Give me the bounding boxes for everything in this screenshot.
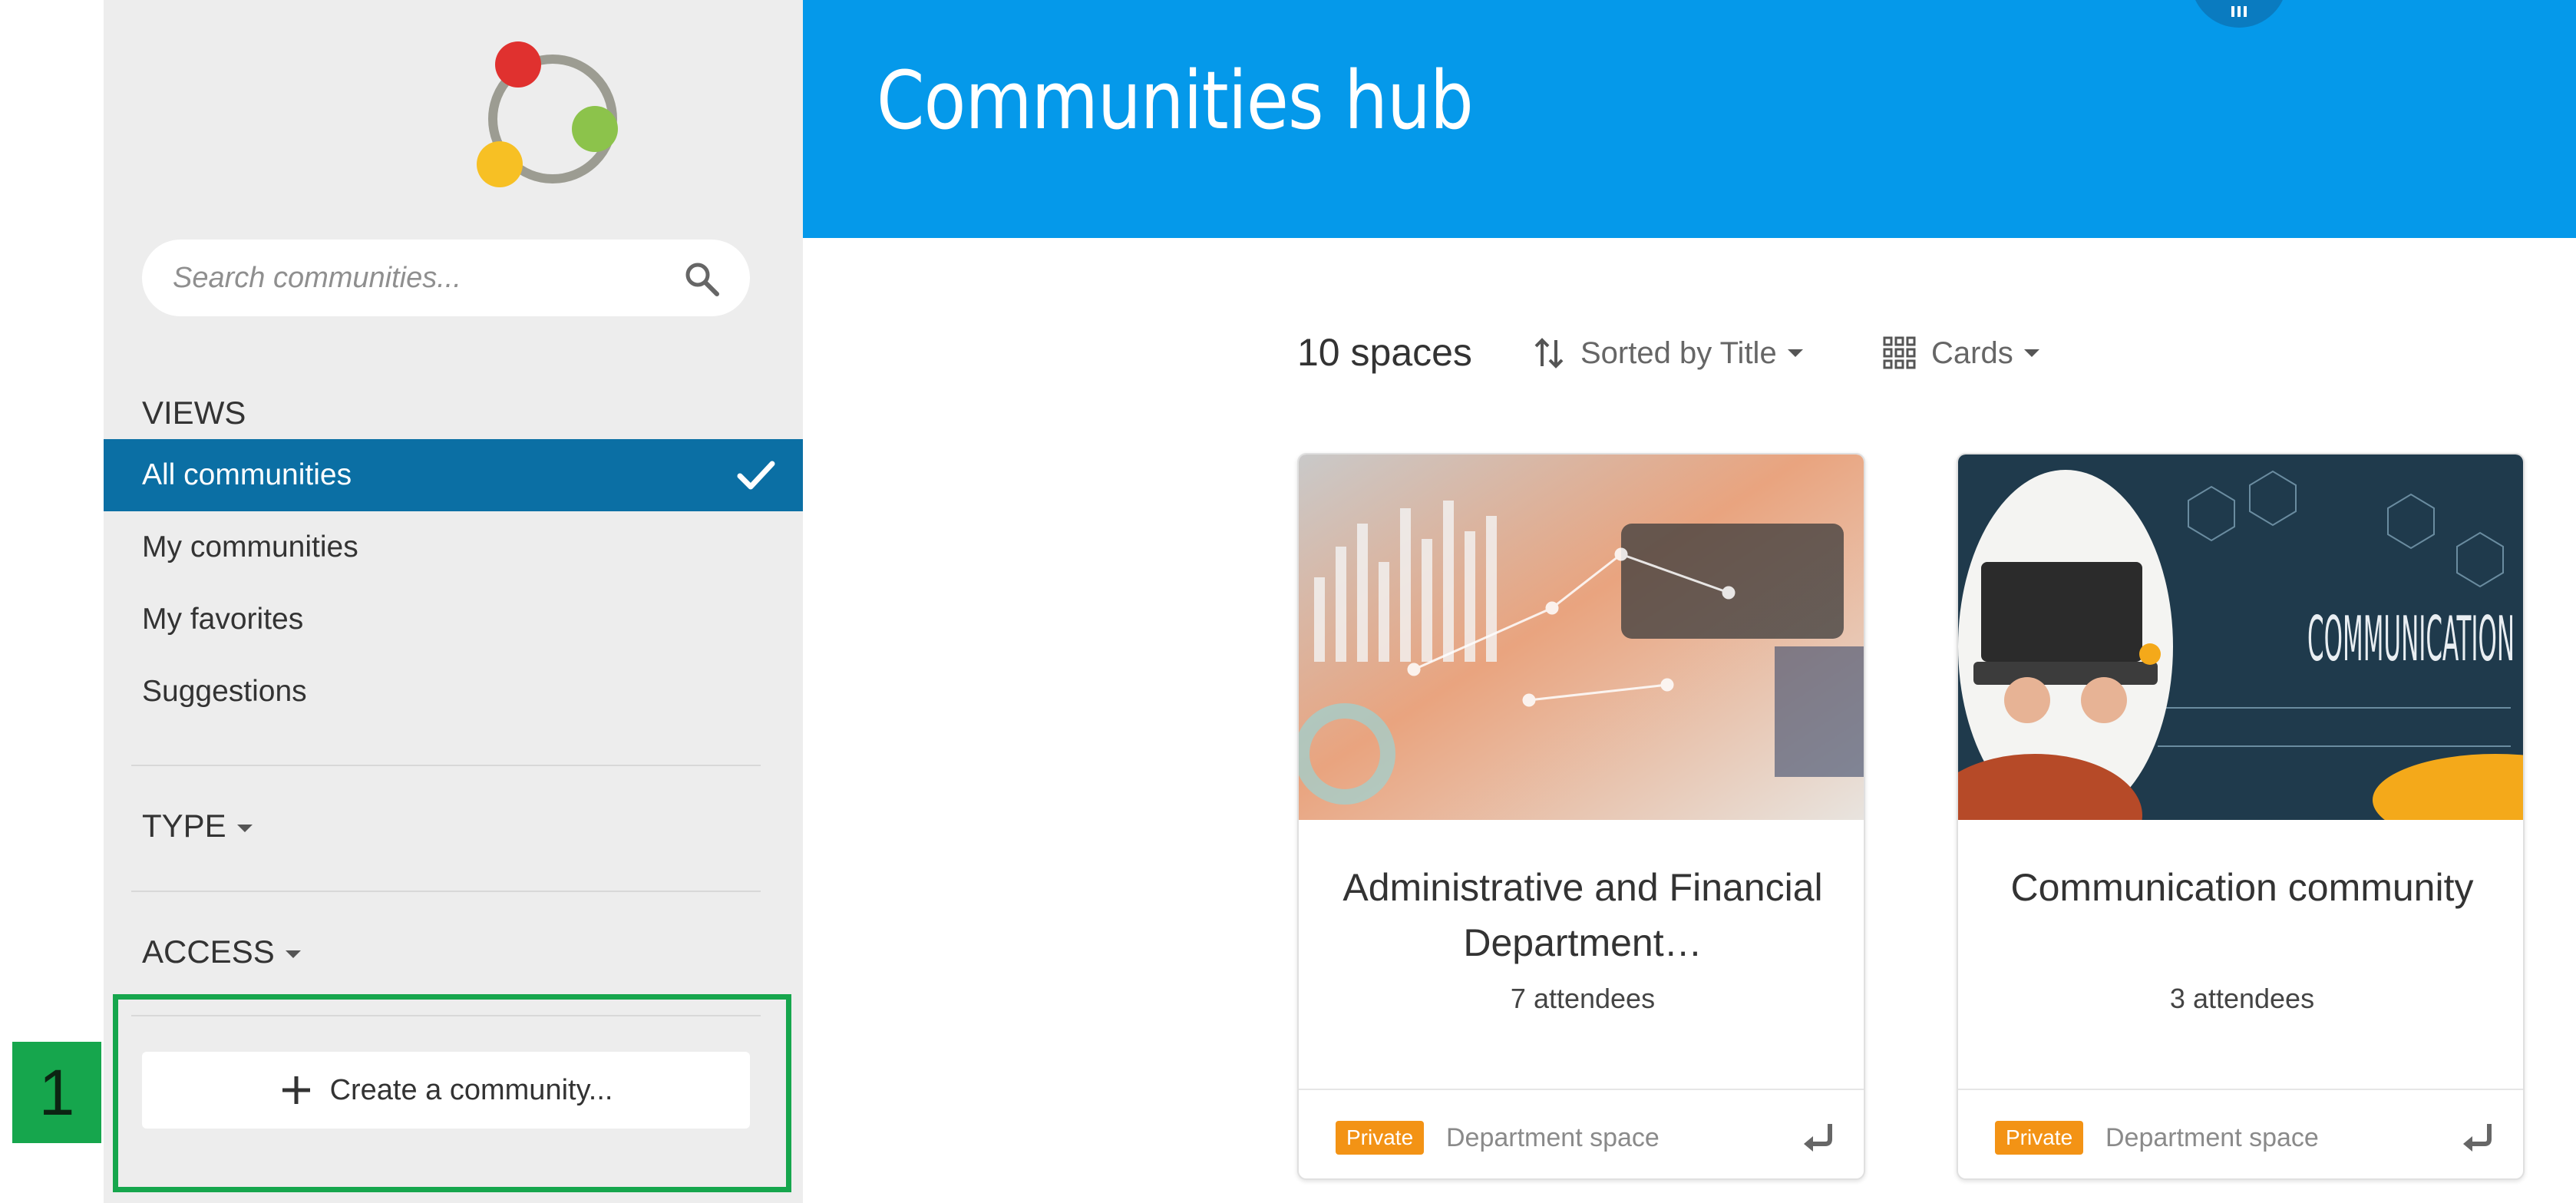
card-footer: Private Department space [1958,1089,2523,1178]
header-menu-button[interactable] [2191,0,2287,28]
view-mode-label: Cards [1931,335,2013,370]
card-title[interactable]: Communication community [1989,860,2495,915]
highlight-box [113,994,791,1192]
join-arrow-icon[interactable] [2459,1118,2497,1156]
caret-down-icon [1787,349,1803,357]
card-title[interactable]: Administrative and Financial Department… [1329,860,1836,970]
privacy-badge: Private [1995,1121,2084,1155]
search-icon[interactable] [682,259,721,298]
grid-icon [1883,336,1916,369]
card-footer: Private Department space [1299,1089,1864,1178]
page-header: Communities hub [803,0,2576,238]
sort-dropdown[interactable]: Sorted by Title [1531,330,1803,376]
search-input[interactable] [171,240,647,316]
sidebar-item-my-favorites[interactable]: My favorites [104,583,803,656]
sidebar-item-all-communities[interactable]: All communities [104,439,803,511]
access-filter-dropdown[interactable]: ACCESS [142,934,301,970]
community-card[interactable]: COMMUNICATION Communication community 3 … [1957,453,2525,1180]
check-icon [737,461,775,490]
app-logo-icon[interactable] [472,38,633,192]
join-arrow-icon[interactable] [1799,1118,1838,1156]
caret-down-icon [2023,349,2039,357]
page-title: Communities hub [877,54,1474,147]
privacy-badge: Private [1336,1121,1425,1155]
sidebar-item-label: My favorites [142,603,304,636]
card-image: COMMUNICATION [1958,454,2523,820]
sidebar-item-suggestions[interactable]: Suggestions [104,656,803,728]
views-heading: VIEWS [142,395,246,431]
sidebar-item-label: All communities [142,458,352,491]
card-image [1299,454,1864,820]
search-box [142,240,750,316]
caret-down-icon [236,824,253,832]
space-type: Department space [2105,1123,2319,1152]
sort-icon [1534,338,1564,369]
sidebar-item-label: Suggestions [142,675,307,708]
step-number-badge: 1 [12,1042,101,1143]
sidebar-item-my-communities[interactable]: My communities [104,511,803,583]
type-filter-dropdown[interactable]: TYPE [142,808,253,844]
space-type: Department space [1446,1123,1660,1152]
svg-text:COMMUNICATION: COMMUNICATION [2307,603,2515,675]
attendee-count: 3 attendees [2169,983,2315,1014]
attendee-count: 7 attendees [1510,983,1656,1014]
sidebar-item-label: My communities [142,530,358,563]
view-mode-dropdown[interactable]: Cards [1882,330,2039,376]
divider [131,891,761,892]
caret-down-icon [285,950,301,958]
sort-label: Sorted by Title [1580,335,1777,370]
space-count: 10 spaces [1297,331,1472,374]
community-card[interactable]: Administrative and Financial Department…… [1297,453,1865,1180]
menu-icon [2231,6,2247,17]
type-filter-label: TYPE [142,808,226,844]
access-filter-label: ACCESS [142,934,275,970]
divider [131,765,761,766]
